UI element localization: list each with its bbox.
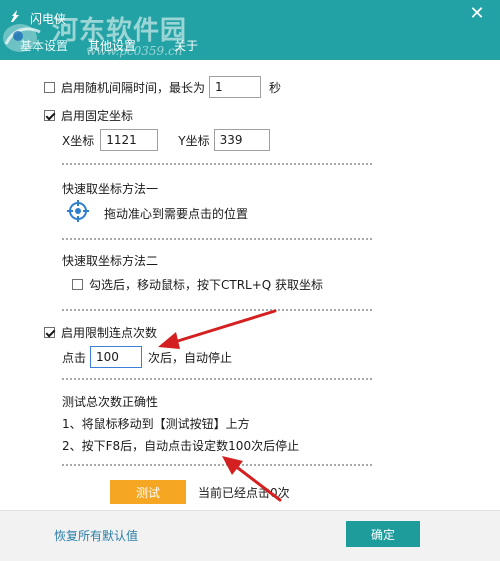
quick-method-2-row: 勾选后，移动鼠标，按下CTRL+Q 获取坐标 [72,276,323,293]
test-step-2: 2、按下F8后，自动点击设定数100次后停止 [62,437,299,454]
test-step-1-text: 1、将鼠标移动到【测试按钮】上方 [62,417,250,431]
divider [62,309,372,311]
quick-method-2-title: 快速取坐标方法二 [62,252,158,269]
quick-method-1-title: 快速取坐标方法一 [62,180,158,197]
click-count-input[interactable] [90,346,143,368]
divider [62,378,372,380]
divider [62,163,372,165]
fixed-coords-row: 启用固定坐标 [44,107,133,124]
divider [62,238,372,240]
hotkey-capture-label: 勾选后，移动鼠标，按下CTRL+Q 获取坐标 [89,278,324,292]
quick-method-1-desc-text: 拖动准心到需要点击的位置 [104,207,249,221]
fixed-coords-checkbox[interactable] [44,110,55,121]
test-step-1: 1、将鼠标移动到【测试按钮】上方 [62,415,250,432]
click-limit-label: 启用限制连点次数 [61,326,158,340]
test-button[interactable]: 测试 [110,480,186,504]
test-step-2-text: 2、按下F8后，自动点击设定数100次后停止 [62,439,300,453]
reset-defaults-link[interactable]: 恢复所有默认值 [54,527,138,544]
random-interval-unit: 秒 [269,80,282,95]
random-interval-checkbox[interactable] [44,81,55,93]
fixed-coords-label: 启用固定坐标 [61,109,134,123]
annotation-arrow [158,309,277,349]
close-button[interactable]: ✕ [466,3,488,25]
quick-method-1-title-text: 快速取坐标方法一 [62,182,159,196]
tab-about[interactable]: 关于 [174,37,198,54]
hotkey-capture-checkbox[interactable] [72,279,83,290]
tab-basic-settings[interactable]: 基本设置 [20,37,68,54]
tab-other-settings[interactable]: 其他设置 [88,37,136,54]
app-icon [11,10,19,22]
test-section-title: 测试总次数正确性 [62,393,158,410]
x-coord-input[interactable] [100,129,159,151]
y-coord-label: Y坐标 [178,133,210,148]
click-status-text: 当前已经点击0次 [198,486,290,500]
click-count-row: 点击 次后，自动停止 [62,346,232,368]
random-interval-input[interactable] [209,76,262,98]
random-interval-row: 启用随机间隔时间，最长为 秒 [44,76,281,98]
y-coord-input[interactable] [213,129,270,151]
x-coord-label: X坐标 [62,133,95,148]
divider [62,464,372,466]
random-interval-label: 启用随机间隔时间，最长为 [61,80,206,95]
click-count-prefix: 点击 [62,350,87,365]
title-bar: 闪电侠 河东软件园 www.pc0359.cn ✕ 基本设置 其他设置 关于 [0,0,500,60]
coords-inputs-row: X坐标 Y坐标 [62,129,270,151]
click-limit-row: 启用限制连点次数 [44,324,157,341]
crosshair-target-icon[interactable] [67,200,89,222]
test-section-title-text: 测试总次数正确性 [62,395,159,409]
click-status: 当前已经点击0次 [198,484,290,501]
quick-method-1-desc: 拖动准心到需要点击的位置 [104,205,248,222]
click-count-suffix: 次后，自动停止 [148,350,233,365]
click-limit-checkbox[interactable] [44,327,55,338]
quick-method-2-title-text: 快速取坐标方法二 [62,254,159,268]
ok-button[interactable]: 确定 [346,521,420,547]
